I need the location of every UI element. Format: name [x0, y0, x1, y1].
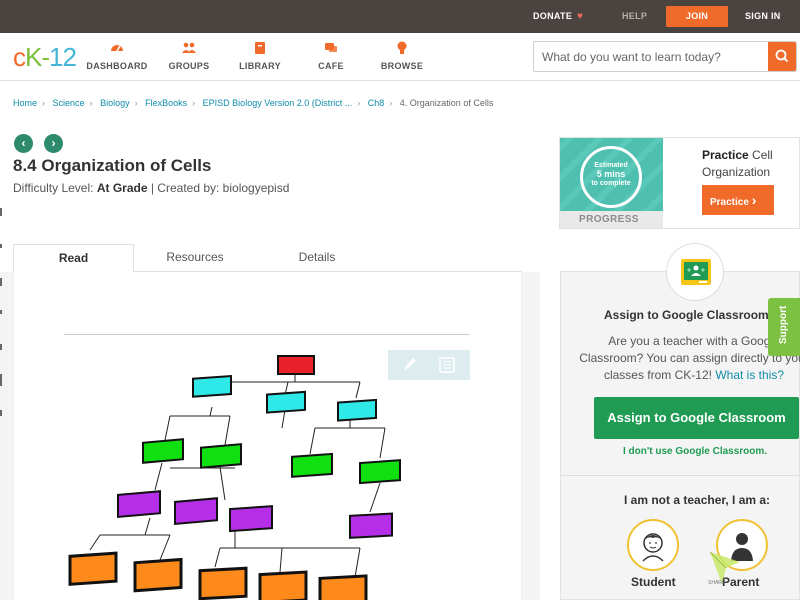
- edge-marker: [0, 410, 2, 416]
- estimated-time-circle: Estimated 5 mins to complete: [580, 146, 642, 208]
- logo-c: c: [13, 42, 26, 72]
- practice-card: Estimated 5 mins to complete PROGRESS Pr…: [559, 137, 800, 229]
- logo-k: K: [25, 42, 42, 72]
- search-box: [533, 41, 797, 72]
- breadcrumb-home[interactable]: Home: [13, 98, 37, 108]
- donate-link[interactable]: DONATE ♥: [533, 0, 583, 33]
- search-input[interactable]: [534, 42, 768, 71]
- cafe-icon: [325, 43, 337, 52]
- breadcrumb-separator: ›: [42, 98, 46, 108]
- groups-icon: [182, 42, 196, 53]
- search-button[interactable]: [768, 42, 796, 71]
- ck12-logo[interactable]: cK-12: [13, 42, 77, 73]
- nav-dashboard[interactable]: DASHBOARD: [82, 41, 152, 71]
- logo-num: 12: [49, 42, 77, 72]
- estimated-suffix: to complete: [591, 180, 631, 187]
- pencil-icon[interactable]: [400, 356, 418, 374]
- student-role-button[interactable]: [627, 519, 679, 571]
- breadcrumb-separator: ›: [389, 98, 393, 108]
- breadcrumb-science[interactable]: Science: [53, 98, 85, 108]
- progress-label: PROGRESS: [560, 211, 663, 228]
- edge-marker: [0, 374, 2, 386]
- google-classroom-logo: [666, 243, 724, 301]
- what-is-this-link[interactable]: What is this?: [715, 368, 784, 382]
- nav-browse[interactable]: BROWSE: [367, 41, 437, 71]
- join-button[interactable]: JOIN: [666, 6, 728, 27]
- breadcrumb: Home › Science › Biology › FlexBooks › EPISD…: [13, 98, 493, 108]
- created-by: | Created by: biologyepisd: [150, 181, 290, 195]
- google-classroom-icon: [681, 259, 711, 285]
- help-link[interactable]: HELP: [622, 0, 647, 33]
- student-avatar-icon: [642, 533, 664, 562]
- google-classroom-description: Are you a teacher with a Google Classroo…: [579, 333, 800, 384]
- browse-icon: [397, 41, 407, 54]
- notes-icon[interactable]: [438, 356, 456, 374]
- breadcrumb-separator: ›: [357, 98, 361, 108]
- practice-title-bold: Practice: [702, 148, 749, 162]
- content-divider: [64, 334, 470, 335]
- dont-use-google-classroom-link[interactable]: I don't use Google Classroom.: [623, 446, 767, 457]
- search-icon: [775, 49, 789, 63]
- google-classroom-title: Assign to Google Classroom: [604, 308, 769, 322]
- edge-marker: [0, 244, 2, 248]
- edge-marker: [0, 278, 2, 286]
- nav-cafe[interactable]: CAFE: [296, 41, 366, 71]
- progress-panel: Estimated 5 mins to complete PROGRESS: [560, 138, 663, 228]
- estimated-minutes: 5 mins: [596, 169, 626, 179]
- difficulty-label: Difficulty Level:: [13, 181, 94, 195]
- nav-cafe-label: CAFE: [318, 61, 344, 71]
- practice-button[interactable]: Practice ›: [702, 185, 774, 215]
- nav-library[interactable]: LIBRARY: [225, 41, 295, 71]
- edge-marker: [0, 344, 2, 350]
- breadcrumb-book[interactable]: EPISD Biology Version 2.0 (District ...: [203, 98, 353, 108]
- tab-resources[interactable]: Resources: [134, 244, 256, 273]
- nav-browse-label: BROWSE: [380, 61, 424, 71]
- sign-in-link[interactable]: SIGN IN: [745, 0, 781, 33]
- share-label: SHARE: [708, 580, 726, 586]
- cell-organization-diagram: [68, 355, 401, 600]
- nav-library-label: LIBRARY: [239, 61, 281, 71]
- dashboard-icon: [111, 45, 123, 52]
- heart-icon: ♥: [576, 11, 584, 22]
- edge-marker: [0, 208, 2, 216]
- nav-groups-label: GROUPS: [168, 61, 210, 71]
- student-label: Student: [631, 575, 676, 589]
- logo-dash: -: [41, 42, 50, 72]
- difficulty-value: At Grade: [96, 181, 148, 195]
- chevron-right-icon: ›: [751, 192, 757, 208]
- assign-google-classroom-button[interactable]: Assign to Google Classroom: [594, 397, 799, 439]
- lesson-meta: Difficulty Level: At Grade | Created by:…: [13, 181, 289, 195]
- breadcrumb-separator: ›: [89, 98, 93, 108]
- tab-details[interactable]: Details: [256, 244, 378, 273]
- next-lesson-button[interactable]: ›: [44, 134, 63, 153]
- tab-read[interactable]: Read: [13, 244, 134, 273]
- panel-divider: [560, 475, 800, 476]
- header: cK-12 DASHBOARD GROUPS LIBRARY CAFE BROW…: [0, 33, 800, 81]
- support-tab[interactable]: Support: [768, 298, 800, 356]
- chevron-right-icon: ›: [51, 136, 56, 150]
- edge-marker: [0, 310, 2, 314]
- breadcrumb-chapter[interactable]: Ch8: [368, 98, 385, 108]
- annotation-tools: [388, 350, 470, 380]
- breadcrumb-biology[interactable]: Biology: [100, 98, 130, 108]
- practice-button-label: Practice: [710, 197, 749, 208]
- breadcrumb-separator: ›: [192, 98, 196, 108]
- nav-dashboard-label: DASHBOARD: [86, 61, 148, 71]
- donate-label: DONATE: [533, 11, 573, 21]
- support-label: Support: [778, 305, 789, 344]
- breadcrumb-flexbooks[interactable]: FlexBooks: [145, 98, 187, 108]
- tab-bar: Read Resources Details: [13, 244, 522, 273]
- nav-groups[interactable]: GROUPS: [154, 41, 224, 71]
- breadcrumb-separator: ›: [134, 98, 138, 108]
- page-title: 8.4 Organization of Cells: [13, 156, 212, 175]
- library-icon: [255, 42, 265, 54]
- top-bar: DONATE ♥ HELP JOIN SIGN IN: [0, 0, 800, 33]
- practice-title: Practice Cell Organization: [702, 147, 797, 181]
- breadcrumb-current: 4. Organization of Cells: [399, 98, 494, 108]
- previous-lesson-button[interactable]: ‹: [14, 134, 33, 153]
- role-prompt: I am not a teacher, I am a:: [624, 493, 771, 507]
- chevron-left-icon: ‹: [21, 136, 26, 150]
